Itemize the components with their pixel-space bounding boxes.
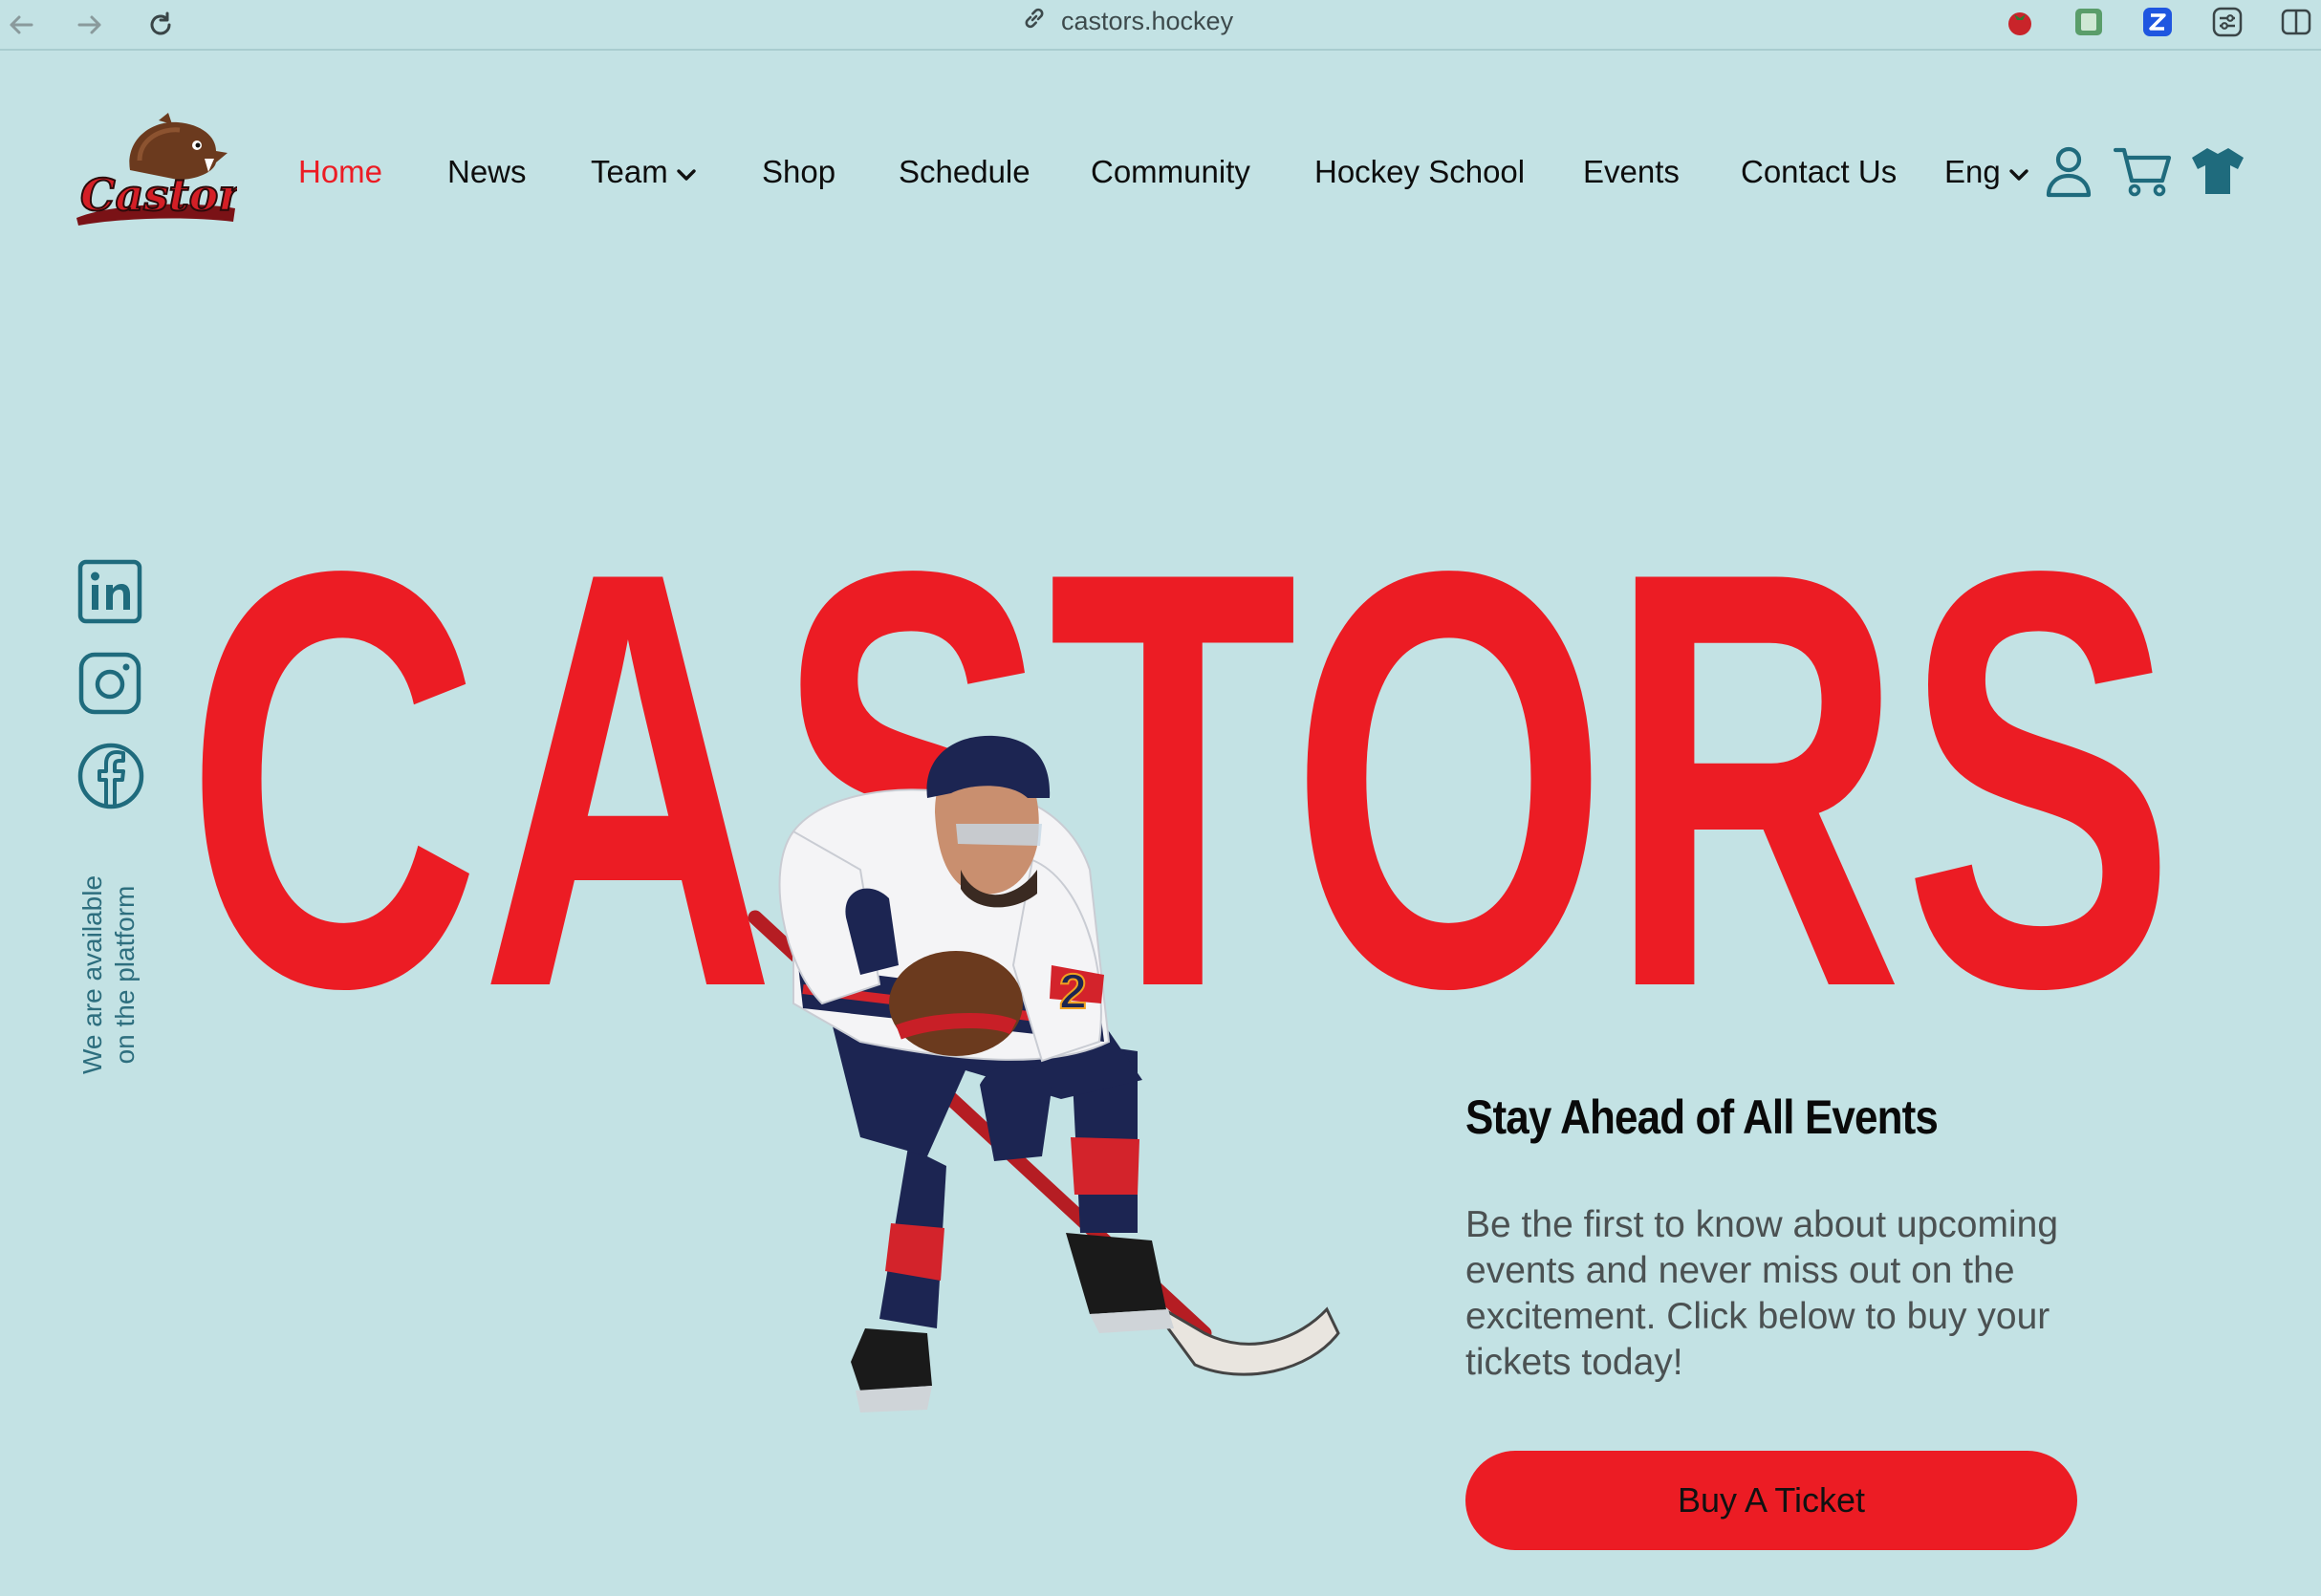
promo-text: Be the first to know about upcoming even… (1465, 1204, 2059, 1383)
browser-toolbar: castors.hockey (0, 0, 2321, 51)
language-select[interactable]: Eng (1944, 143, 2029, 201)
player-number: 2 (1059, 964, 1087, 1020)
platform-note-line2: on the platform (110, 885, 140, 1065)
platform-note-line1: We are available (77, 874, 107, 1075)
buy-ticket-button[interactable]: Buy A Ticket (1465, 1451, 2077, 1550)
nav-hockey-school[interactable]: Hockey School (1314, 143, 1525, 201)
link-icon (1021, 5, 1048, 38)
promo-title: Stay Ahead of All Events (1465, 1090, 1939, 1144)
nav-team[interactable]: Team (591, 143, 697, 201)
instagram-icon[interactable] (76, 650, 145, 719)
linkedin-icon[interactable] (76, 558, 145, 627)
blue-extension-icon[interactable] (2139, 4, 2176, 40)
user-icon[interactable] (2044, 141, 2093, 201)
nav-news[interactable]: News (447, 143, 527, 201)
chevron-down-icon (2008, 154, 2029, 190)
chevron-down-icon (676, 154, 697, 190)
jersey-icon[interactable] (2189, 141, 2246, 201)
tomato-extension-icon[interactable] (2002, 4, 2038, 40)
url-text: castors.hockey (1061, 6, 1234, 35)
forward-arrow-icon[interactable] (69, 4, 111, 46)
castors-logo[interactable]: Castors (73, 113, 267, 227)
sidebar-toggle-icon[interactable] (2278, 4, 2314, 40)
address-bar[interactable]: castors.hockey (1021, 0, 1233, 42)
nav-events[interactable]: Events (1583, 143, 1680, 201)
nav-community[interactable]: Community (1091, 143, 1250, 201)
nav-shop[interactable]: Shop (762, 143, 835, 201)
nav-home[interactable]: Home (298, 143, 382, 201)
reload-icon[interactable] (140, 4, 182, 46)
facebook-icon[interactable] (76, 742, 145, 810)
hockey-player-image: 2 (748, 735, 1340, 1413)
green-extension-icon[interactable] (2071, 4, 2107, 40)
nav-contact-us[interactable]: Contact Us (1741, 143, 1897, 201)
back-arrow-icon[interactable] (0, 4, 42, 46)
platform-note: We are available on the platform (76, 870, 141, 1080)
nav-schedule[interactable]: Schedule (899, 143, 1030, 201)
logo-wordmark: Castors (80, 169, 237, 221)
cart-icon[interactable] (2113, 141, 2174, 201)
sliders-extension-icon[interactable] (2209, 4, 2245, 40)
